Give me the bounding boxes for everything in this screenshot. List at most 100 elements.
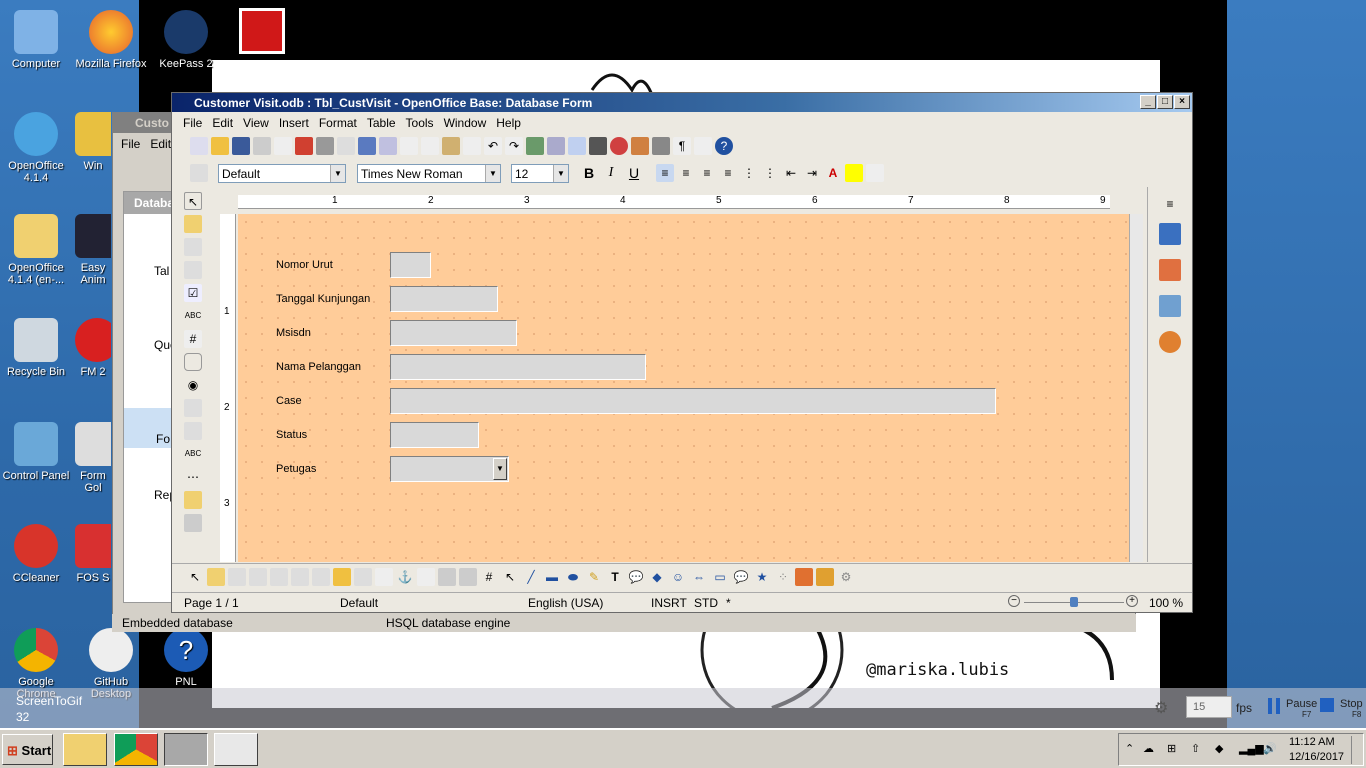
- push-button-icon[interactable]: [184, 353, 202, 371]
- edit-file-icon[interactable]: [274, 137, 292, 155]
- field-petugas[interactable]: ▼: [390, 456, 509, 482]
- field-status[interactable]: [390, 422, 479, 448]
- callout-icon[interactable]: 💬: [627, 568, 645, 586]
- block-arrows-icon[interactable]: ⇔: [690, 568, 708, 586]
- menu-format[interactable]: Format: [314, 113, 362, 133]
- form-design-icon[interactable]: [184, 491, 202, 509]
- autospell-icon[interactable]: [379, 137, 397, 155]
- stop-button[interactable]: Stop: [1340, 698, 1363, 710]
- increase-indent-icon[interactable]: ⇥: [803, 164, 821, 182]
- undo-icon[interactable]: ↶: [484, 137, 502, 155]
- desktop-icon-control-panel[interactable]: Control Panel: [0, 422, 72, 482]
- field-nama-pelanggan[interactable]: [390, 354, 646, 380]
- show-desktop-button[interactable]: [1351, 736, 1361, 764]
- help-icon[interactable]: ?: [715, 137, 733, 155]
- extrusion-icon[interactable]: ⚙: [837, 568, 855, 586]
- ellipse-icon[interactable]: ⬬: [564, 568, 582, 586]
- form-navigator-icon[interactable]: [312, 568, 330, 586]
- symbol-shapes-icon[interactable]: ☺: [669, 568, 687, 586]
- align-left-icon[interactable]: ≡: [656, 164, 674, 182]
- field-msisdn[interactable]: [390, 320, 517, 346]
- more-controls-icon[interactable]: ⋯: [184, 468, 202, 486]
- find-icon[interactable]: [589, 137, 607, 155]
- menu-table[interactable]: Table: [362, 113, 401, 133]
- zoom-out-icon[interactable]: −: [1008, 595, 1020, 607]
- stop-icon[interactable]: [1320, 698, 1334, 712]
- start-button[interactable]: ⊞ Start: [2, 734, 53, 765]
- tray-expand-icon[interactable]: ⌃: [1125, 742, 1134, 755]
- text-icon[interactable]: T: [606, 568, 624, 586]
- select-pointer-icon[interactable]: ↖: [186, 568, 204, 586]
- basic-shapes-icon[interactable]: ◆: [648, 568, 666, 586]
- align-center-icon[interactable]: ≡: [677, 164, 695, 182]
- auto-control-focus-icon[interactable]: [354, 568, 372, 586]
- navigator-icon[interactable]: [610, 137, 628, 155]
- vertical-ruler[interactable]: 1 2 3: [220, 214, 236, 562]
- print-icon[interactable]: [316, 137, 334, 155]
- pause-icon[interactable]: [1268, 698, 1280, 714]
- maximize-button[interactable]: □: [1157, 95, 1173, 109]
- menu-help[interactable]: Help: [491, 113, 526, 133]
- freeform-icon[interactable]: ✎: [585, 568, 603, 586]
- taskbar-explorer[interactable]: [63, 733, 107, 766]
- text-box-icon[interactable]: ABC: [184, 307, 202, 325]
- preview-icon[interactable]: [337, 137, 355, 155]
- menu-tools[interactable]: Tools: [401, 113, 439, 133]
- styles-icon[interactable]: [190, 164, 208, 182]
- fps-input[interactable]: 15: [1186, 696, 1232, 718]
- form-canvas[interactable]: Nomor Urut Tanggal Kunjungan Msisdn Nama…: [238, 214, 1129, 562]
- from-file-icon[interactable]: [795, 568, 813, 586]
- background-color-icon[interactable]: [866, 164, 884, 182]
- control-properties-icon[interactable]: [184, 238, 202, 256]
- flowchart-icon[interactable]: ▭: [711, 568, 729, 586]
- alignment-icon[interactable]: [417, 568, 435, 586]
- stars-icon[interactable]: ★: [753, 568, 771, 586]
- desktop-icon-fos[interactable]: FOS S: [75, 524, 111, 584]
- network-share-icon[interactable]: ⊞: [1167, 742, 1176, 755]
- taskbar-screentogif[interactable]: [214, 733, 258, 766]
- paragraph-style-select[interactable]: Default ▼: [218, 164, 346, 183]
- desktop-icon-win[interactable]: Win: [75, 112, 111, 172]
- dropbox-icon[interactable]: ◆: [1215, 742, 1223, 755]
- control-icon[interactable]: [228, 568, 246, 586]
- open-icon[interactable]: [211, 137, 229, 155]
- bullets-icon[interactable]: ⋮: [761, 164, 779, 182]
- new-icon[interactable]: [190, 137, 208, 155]
- taskbar-chrome[interactable]: [114, 733, 158, 766]
- add-field-icon[interactable]: [291, 568, 309, 586]
- formatting-marks-icon[interactable]: ¶: [673, 137, 691, 155]
- signal-icon[interactable]: ▂▄▆: [1239, 742, 1264, 755]
- datasources-icon[interactable]: [652, 137, 670, 155]
- cloud-icon[interactable]: ☁: [1143, 742, 1154, 755]
- clock-time[interactable]: 11:12 AM: [1289, 736, 1335, 748]
- email-icon[interactable]: [253, 137, 271, 155]
- back-item-reports[interactable]: Rep: [124, 488, 176, 502]
- design-mode-toggle-icon[interactable]: [207, 568, 225, 586]
- form-properties-icon[interactable]: [184, 261, 202, 279]
- points-icon[interactable]: ⁘: [774, 568, 792, 586]
- sidebar-menu-icon[interactable]: ≡: [1159, 195, 1181, 211]
- justify-icon[interactable]: ≡: [719, 164, 737, 182]
- cut-icon[interactable]: [400, 137, 418, 155]
- field-nomor-urut[interactable]: [390, 252, 431, 278]
- desktop-icon-recycle-bin[interactable]: Recycle Bin: [0, 318, 72, 378]
- underline-button[interactable]: U: [624, 163, 644, 183]
- upload-icon[interactable]: ⇧: [1191, 742, 1200, 755]
- pdf-icon[interactable]: [295, 137, 313, 155]
- taskbar-openoffice-base[interactable]: [164, 733, 208, 766]
- font-size-select[interactable]: 12 ▼: [511, 164, 569, 183]
- rectangle-icon[interactable]: ▬: [543, 568, 561, 586]
- formatted-field-icon[interactable]: #: [184, 330, 202, 348]
- checkbox-icon[interactable]: ☑: [184, 284, 202, 302]
- status-language[interactable]: English (USA): [528, 596, 603, 610]
- italic-button[interactable]: I: [601, 163, 621, 183]
- paste-icon[interactable]: [442, 137, 460, 155]
- volume-icon[interactable]: 🔊: [1263, 742, 1277, 755]
- redo-icon[interactable]: ↷: [505, 137, 523, 155]
- back-menu-file[interactable]: File: [121, 137, 140, 151]
- close-button[interactable]: ×: [1174, 95, 1190, 109]
- tab-order-icon[interactable]: [270, 568, 288, 586]
- show-draw-icon[interactable]: [568, 137, 586, 155]
- clock-date[interactable]: 12/16/2017: [1289, 751, 1344, 763]
- back-item-queries[interactable]: Que: [124, 338, 177, 352]
